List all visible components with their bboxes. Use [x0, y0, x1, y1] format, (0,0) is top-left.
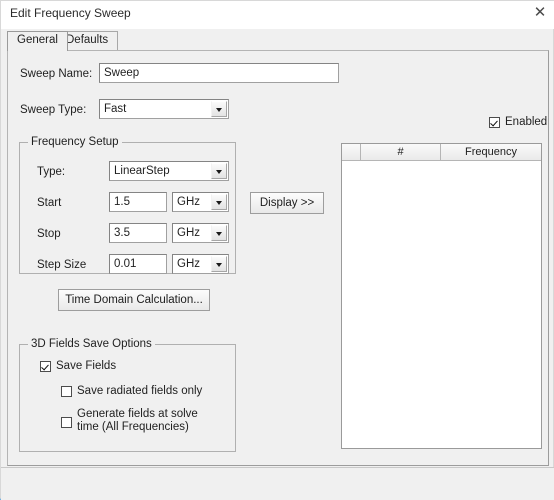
window-title: Edit Frequency Sweep — [10, 6, 131, 20]
table-header-corner[interactable] — [342, 144, 361, 160]
chevron-down-icon[interactable] — [211, 101, 227, 117]
type-label: Type: — [37, 166, 66, 178]
chevron-down-icon[interactable] — [211, 163, 227, 179]
start-unit-value: GHz — [177, 196, 200, 208]
frequency-setup-title: Frequency Setup — [28, 136, 122, 148]
save-radiated-fields-label: Save radiated fields only — [77, 385, 203, 397]
save-radiated-fields-checkbox-box[interactable] — [61, 386, 72, 397]
stop-unit-select[interactable]: GHz — [172, 223, 229, 243]
step-size-label: Step Size — [37, 259, 87, 271]
dialog-footer: https://blog.csdn.net/EyreG97 确定 取消 — [1, 467, 554, 500]
display-button[interactable]: Display >> — [250, 192, 324, 214]
close-icon[interactable]: ✕ — [529, 3, 551, 23]
sweep-name-input[interactable]: Sweep — [99, 63, 339, 83]
sweep-type-label: Sweep Type: — [20, 104, 87, 116]
stop-label: Stop — [37, 228, 61, 240]
chevron-down-icon[interactable] — [211, 225, 227, 241]
enabled-label: Enabled — [505, 116, 548, 128]
step-size-input[interactable]: 0.01 — [109, 254, 167, 274]
tab-strip: General Defaults — [7, 31, 549, 51]
frequency-setup-group: Frequency Setup Type: LinearStep Start 1… — [19, 136, 236, 274]
step-size-unit-value: GHz — [177, 258, 200, 270]
frequency-type-value: LinearStep — [114, 165, 170, 177]
sweep-type-value: Fast — [104, 103, 127, 115]
title-bar: Edit Frequency Sweep ✕ — [1, 1, 554, 29]
frequency-type-select[interactable]: LinearStep — [109, 161, 229, 181]
start-unit-select[interactable]: GHz — [172, 192, 229, 212]
fields-save-options-group: 3D Fields Save Options Save Fields Save … — [19, 338, 236, 452]
chevron-down-icon[interactable] — [211, 256, 227, 272]
start-input[interactable]: 1.5 — [109, 192, 167, 212]
start-label: Start — [37, 197, 62, 209]
table-header-index[interactable]: # — [361, 144, 441, 160]
tab-general[interactable]: General — [7, 31, 68, 51]
sweep-name-label: Sweep Name: — [20, 68, 93, 80]
generate-fields-checkbox-box[interactable] — [61, 417, 72, 428]
edit-frequency-sweep-dialog: Edit Frequency Sweep ✕ General Defaults … — [0, 0, 554, 500]
generate-fields-label-line2: time (All Frequencies) — [77, 421, 189, 433]
enabled-checkbox-box[interactable] — [489, 117, 500, 128]
save-fields-checkbox-box[interactable] — [40, 361, 51, 372]
frequency-table-header: # Frequency — [342, 144, 541, 161]
save-fields-label: Save Fields — [56, 360, 117, 372]
fields-save-options-title: 3D Fields Save Options — [28, 338, 155, 350]
time-domain-calculation-button[interactable]: Time Domain Calculation... — [58, 289, 210, 311]
frequency-table-body[interactable] — [342, 162, 541, 448]
sweep-type-select[interactable]: Fast — [99, 99, 229, 119]
step-size-unit-select[interactable]: GHz — [172, 254, 229, 274]
stop-input[interactable]: 3.5 — [109, 223, 167, 243]
frequency-table[interactable]: # Frequency — [341, 143, 542, 449]
chevron-down-icon[interactable] — [211, 194, 227, 210]
table-header-frequency[interactable]: Frequency — [441, 144, 541, 160]
generate-fields-label-line1: Generate fields at solve — [77, 408, 198, 420]
stop-unit-value: GHz — [177, 227, 200, 239]
